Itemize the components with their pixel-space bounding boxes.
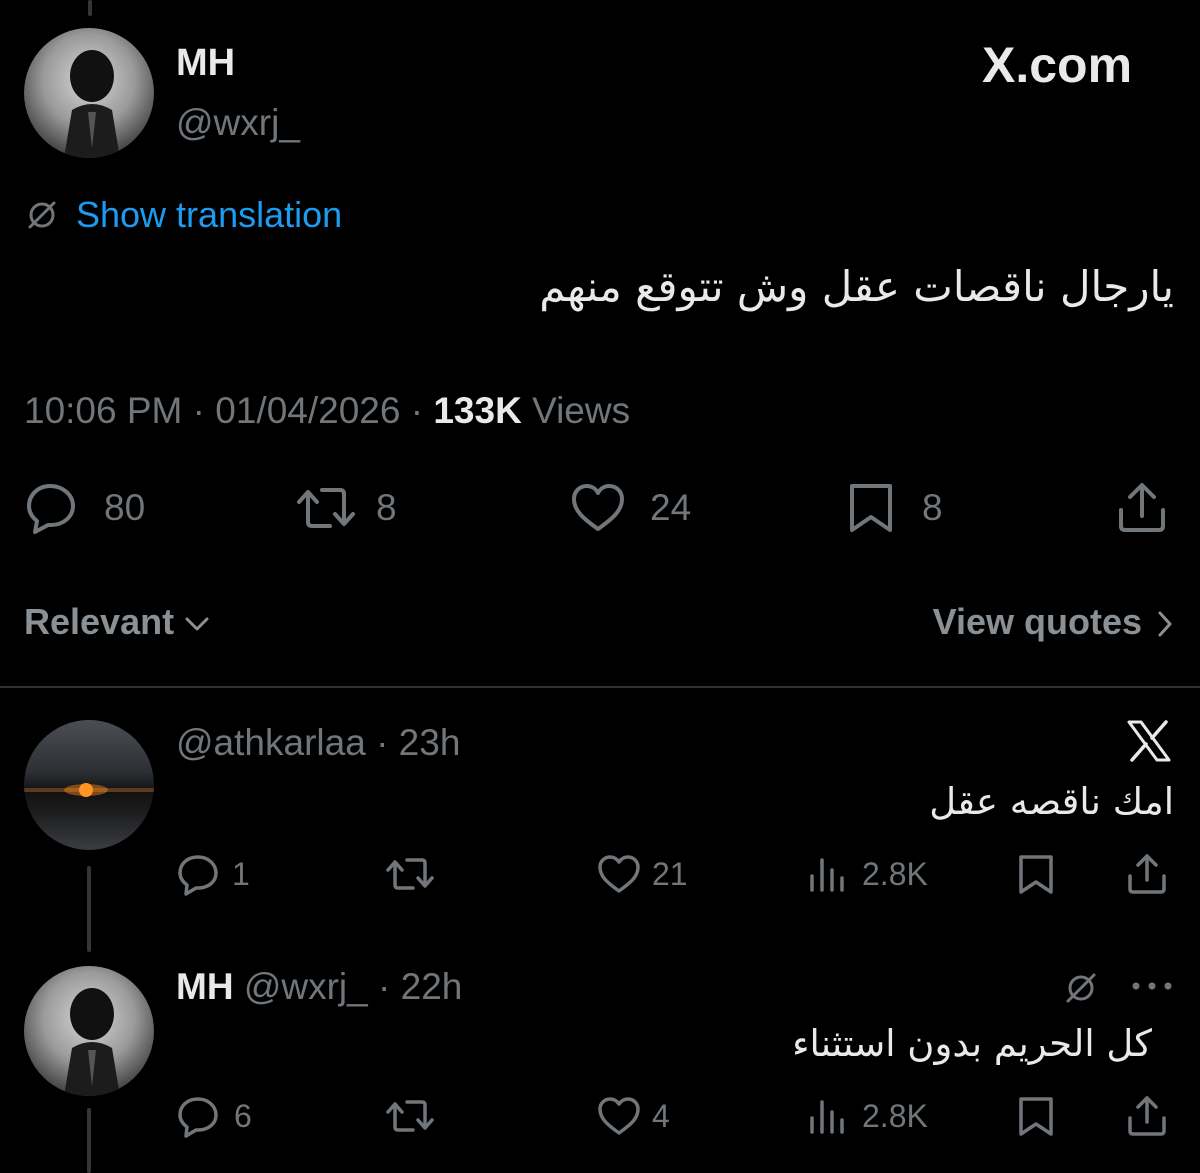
chevron-down-icon — [184, 614, 210, 634]
reply-avatar[interactable] — [24, 966, 154, 1096]
sort-label: Relevant — [24, 601, 175, 642]
reply-icon[interactable] — [176, 852, 222, 896]
repost-count: 8 — [376, 487, 397, 528]
translate-icon — [24, 196, 60, 232]
reply-time[interactable]: 22h — [401, 966, 463, 1007]
reply-count: 6 — [234, 1098, 252, 1134]
reply-count: 1 — [232, 856, 250, 892]
x-logo-icon — [1126, 720, 1172, 762]
view-quotes-label: View quotes — [932, 601, 1142, 642]
reply-handle[interactable]: @wxrj_ — [244, 966, 368, 1007]
like-icon[interactable] — [596, 1094, 642, 1138]
thread-line-top — [88, 0, 92, 16]
avatar[interactable] — [24, 28, 154, 158]
reply-time[interactable]: 23h — [399, 722, 461, 763]
translate-icon[interactable] — [1062, 968, 1100, 1006]
share-icon[interactable] — [1126, 852, 1168, 896]
handle[interactable]: @wxrj_ — [176, 102, 300, 144]
repost-icon[interactable] — [384, 1094, 436, 1138]
brand-text: X.com — [982, 37, 1133, 93]
tweet-text: يارجال ناقصات عقل وش تتوقع منهم — [539, 262, 1174, 311]
views-label[interactable]: Views — [532, 390, 630, 431]
share-icon[interactable] — [1126, 1094, 1168, 1138]
views-count: 2.8K — [862, 856, 928, 892]
bookmark-icon[interactable] — [1016, 852, 1056, 896]
tweet-time[interactable]: 10:06 PM — [24, 390, 182, 431]
views-icon[interactable] — [806, 1096, 848, 1136]
reply-text: كل الحريم بدون استثناء — [792, 1022, 1152, 1065]
tweet-meta: 10:06 PM · 01/04/2026 · 133K Views — [24, 390, 630, 432]
views-icon[interactable] — [806, 854, 848, 894]
meta-separator: · — [410, 390, 424, 431]
like-icon[interactable] — [570, 480, 626, 536]
tweet-date[interactable]: 01/04/2026 — [215, 390, 400, 431]
share-icon[interactable] — [1116, 480, 1168, 536]
like-count: 4 — [652, 1098, 670, 1134]
bookmark-icon[interactable] — [1016, 1094, 1056, 1138]
thread-line — [87, 866, 91, 952]
bookmark-icon[interactable] — [846, 480, 896, 536]
show-translation-link[interactable]: Show translation — [76, 194, 342, 236]
thread-line — [87, 1108, 91, 1173]
reply-header: @athkarlaa · 23h — [176, 722, 460, 764]
like-icon[interactable] — [596, 852, 642, 896]
sort-dropdown[interactable]: Relevant — [24, 601, 210, 643]
divider — [0, 686, 1200, 688]
bookmark-count: 8 — [922, 487, 943, 528]
reply-icon[interactable] — [24, 480, 80, 536]
like-count: 21 — [652, 856, 688, 892]
reply-count: 80 — [104, 487, 146, 528]
view-quotes-link[interactable]: View quotes — [933, 601, 1174, 643]
views-count[interactable]: 133K — [433, 390, 521, 431]
brand-watermark: X.com — [982, 36, 1132, 94]
chevron-right-icon — [1156, 610, 1174, 638]
views-count: 2.8K — [862, 1098, 928, 1134]
reply-header: MH @wxrj_ · 22h — [176, 966, 462, 1008]
reply-handle[interactable]: @athkarlaa — [176, 722, 366, 763]
reply-display-name[interactable]: MH — [176, 966, 234, 1007]
reply-avatar[interactable] — [24, 720, 154, 850]
meta-separator: · — [378, 966, 391, 1007]
repost-icon[interactable] — [384, 852, 436, 896]
like-count: 24 — [650, 487, 692, 528]
display-name[interactable]: MH — [176, 42, 235, 85]
reply-icon[interactable] — [176, 1094, 222, 1138]
repost-icon[interactable] — [296, 480, 356, 536]
meta-separator: · — [376, 722, 389, 763]
more-icon[interactable] — [1130, 980, 1174, 992]
meta-separator: · — [192, 390, 205, 431]
reply-text: امك ناقصه عقل — [929, 780, 1174, 823]
